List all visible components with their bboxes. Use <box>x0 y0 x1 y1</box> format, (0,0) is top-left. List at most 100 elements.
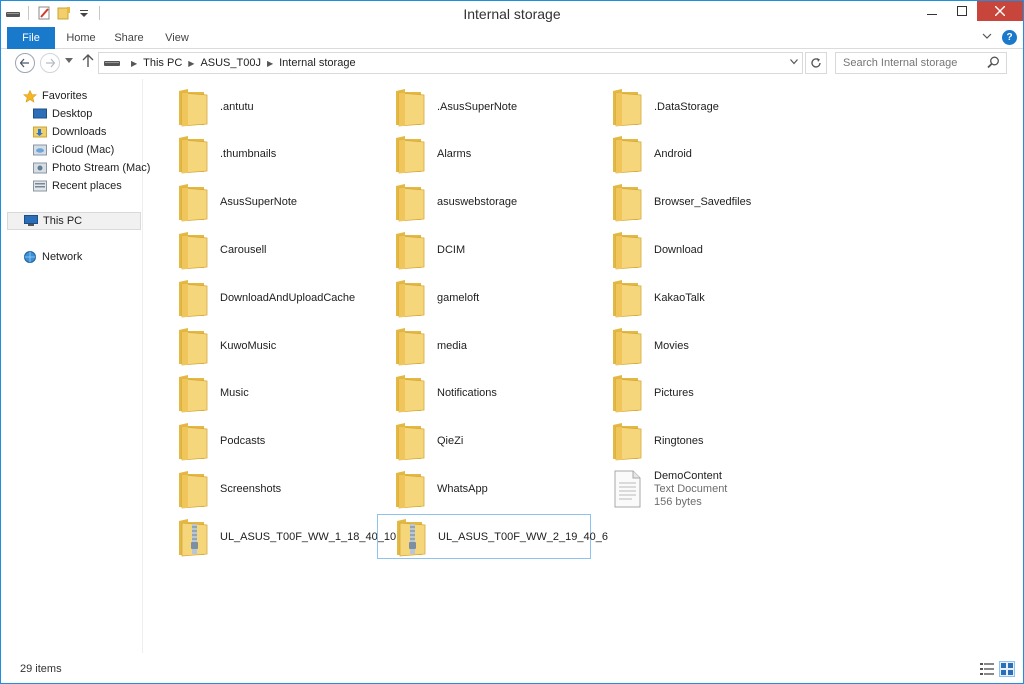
network-icon <box>23 251 37 263</box>
details-view-icon[interactable] <box>979 661 995 677</box>
folder-item[interactable]: KuwoMusic <box>160 323 374 368</box>
maximize-button[interactable] <box>947 1 977 21</box>
folder-item[interactable]: Notifications <box>377 371 591 416</box>
large-icons-view-icon[interactable] <box>999 661 1015 677</box>
file-list: .antutu .AsusSuperNote .DataStorage .thumbn… <box>144 79 1023 653</box>
zip-folder-icon <box>394 517 428 557</box>
folder-item[interactable]: asuswebstorage <box>377 180 591 225</box>
item-name: Podcasts <box>220 435 266 448</box>
folder-item[interactable]: Download <box>594 227 808 272</box>
folder-item[interactable]: AsusSuperNote <box>160 180 374 225</box>
item-type: Text Document <box>654 482 728 495</box>
folder-item[interactable]: QieZi <box>377 419 591 464</box>
item-details: KakaoTalk <box>654 292 705 304</box>
folder-item[interactable]: .DataStorage <box>594 84 808 129</box>
folder-item[interactable]: WhatsApp <box>377 466 591 511</box>
tab-share[interactable]: Share <box>107 27 151 49</box>
breadcrumb-device[interactable]: ASUS_T00J <box>200 57 261 69</box>
desktop-icon <box>33 108 47 120</box>
folder-item[interactable]: KakaoTalk <box>594 275 808 320</box>
sidebar-item-network[interactable]: Network <box>23 248 82 266</box>
item-name: DownloadAndUploadCache <box>220 291 356 304</box>
item-name: asuswebstorage <box>437 196 518 209</box>
folder-icon <box>610 326 644 366</box>
text-document-icon <box>610 469 644 509</box>
navigation-bar: ▶ This PC ▶ ASUS_T00J ▶ Internal storage <box>1 49 1023 77</box>
folder-item[interactable]: Movies <box>594 323 808 368</box>
item-details: Android <box>654 148 692 160</box>
sidebar-item-label: Recent places <box>52 180 122 192</box>
folder-item[interactable]: .AsusSuperNote <box>377 84 591 129</box>
folder-icon <box>610 230 644 270</box>
folder-icon <box>393 373 427 413</box>
tab-view[interactable]: View <box>155 27 199 49</box>
refresh-button[interactable] <box>805 52 827 74</box>
sidebar-item-desktop[interactable]: Desktop <box>33 105 92 123</box>
folder-item[interactable]: .thumbnails <box>160 132 374 177</box>
item-details: Browser_Savedfiles <box>654 196 751 208</box>
breadcrumb-chevron-icon[interactable]: ▶ <box>267 59 273 68</box>
folder-icon <box>176 421 210 461</box>
close-button[interactable] <box>977 1 1023 21</box>
item-details: UL_ASUS_T00F_WW_2_19_40_6 <box>438 531 608 543</box>
chevron-down-icon[interactable] <box>790 58 798 67</box>
address-bar[interactable]: ▶ This PC ▶ ASUS_T00J ▶ Internal storage <box>98 52 803 74</box>
breadcrumb-current[interactable]: Internal storage <box>279 57 355 69</box>
folder-item[interactable]: DownloadAndUploadCache <box>160 275 374 320</box>
sidebar-item-this-pc[interactable]: This PC <box>7 212 141 230</box>
folder-icon <box>393 278 427 318</box>
sidebar-item-icloud[interactable]: iCloud (Mac) <box>33 141 114 159</box>
minimize-button[interactable] <box>917 1 947 21</box>
breadcrumb-chevron-icon: ▶ <box>131 58 138 68</box>
folder-item[interactable]: media <box>377 323 591 368</box>
folder-item[interactable]: Podcasts <box>160 419 374 464</box>
search-icon[interactable] <box>987 56 1000 72</box>
folder-item[interactable]: DCIM <box>377 227 591 272</box>
up-button[interactable] <box>82 54 94 71</box>
recent-locations-icon[interactable] <box>65 57 73 66</box>
forward-button[interactable] <box>40 53 60 73</box>
folder-item[interactable]: Browser_Savedfiles <box>594 180 808 225</box>
item-name: UL_ASUS_T00F_WW_2_19_40_6 <box>438 530 608 543</box>
item-name: Carousell <box>220 243 267 256</box>
item-details: KuwoMusic <box>220 340 276 352</box>
item-name: WhatsApp <box>437 482 488 495</box>
zip-file-item[interactable]: UL_ASUS_T00F_WW_2_19_40_6 <box>377 514 608 560</box>
folder-item[interactable]: Screenshots <box>160 466 374 511</box>
folder-item[interactable]: Alarms <box>377 132 591 177</box>
item-name: Android <box>654 148 692 161</box>
breadcrumb-chevron-icon[interactable]: ▶ <box>188 59 194 68</box>
item-details: Screenshots <box>220 483 281 495</box>
tab-file[interactable]: File <box>7 27 55 49</box>
sidebar-item-photo-stream[interactable]: Photo Stream (Mac) <box>33 159 150 177</box>
folder-item[interactable]: Carousell <box>160 227 374 272</box>
file-item[interactable]: DemoContent Text Document 156 bytes <box>594 466 808 511</box>
expand-ribbon-icon[interactable] <box>982 32 992 43</box>
tab-home[interactable]: Home <box>59 27 103 49</box>
item-count: 29 items <box>20 663 62 675</box>
search-input[interactable] <box>836 57 984 69</box>
folder-item[interactable]: Music <box>160 371 374 416</box>
back-button[interactable] <box>15 53 35 73</box>
folder-item[interactable]: Android <box>594 132 808 177</box>
folder-icon <box>176 230 210 270</box>
view-buttons <box>979 661 1015 677</box>
sidebar-item-favorites[interactable]: Favorites <box>23 87 87 105</box>
sidebar-item-recent-places[interactable]: Recent places <box>33 177 122 195</box>
folder-item[interactable]: .antutu <box>160 84 374 129</box>
breadcrumb-this-pc[interactable]: This PC <box>143 57 182 69</box>
sidebar-item-label: Photo Stream (Mac) <box>52 162 151 174</box>
window-title: Internal storage <box>463 6 561 22</box>
item-name: UL_ASUS_T00F_WW_1_18_40_10 <box>220 530 397 543</box>
help-button[interactable]: ? <box>1002 30 1017 45</box>
folder-item[interactable]: Ringtones <box>594 419 808 464</box>
sidebar-item-downloads[interactable]: Downloads <box>33 123 106 141</box>
zip-file-item[interactable]: UL_ASUS_T00F_WW_1_18_40_10 <box>160 514 396 559</box>
recent-icon <box>33 180 47 192</box>
item-details: asuswebstorage <box>437 196 517 208</box>
folder-item[interactable]: gameloft <box>377 275 591 320</box>
item-details: .thumbnails <box>220 148 276 160</box>
item-details: AsusSuperNote <box>220 196 297 208</box>
folder-item[interactable]: Pictures <box>594 371 808 416</box>
item-details: Music <box>220 387 249 399</box>
